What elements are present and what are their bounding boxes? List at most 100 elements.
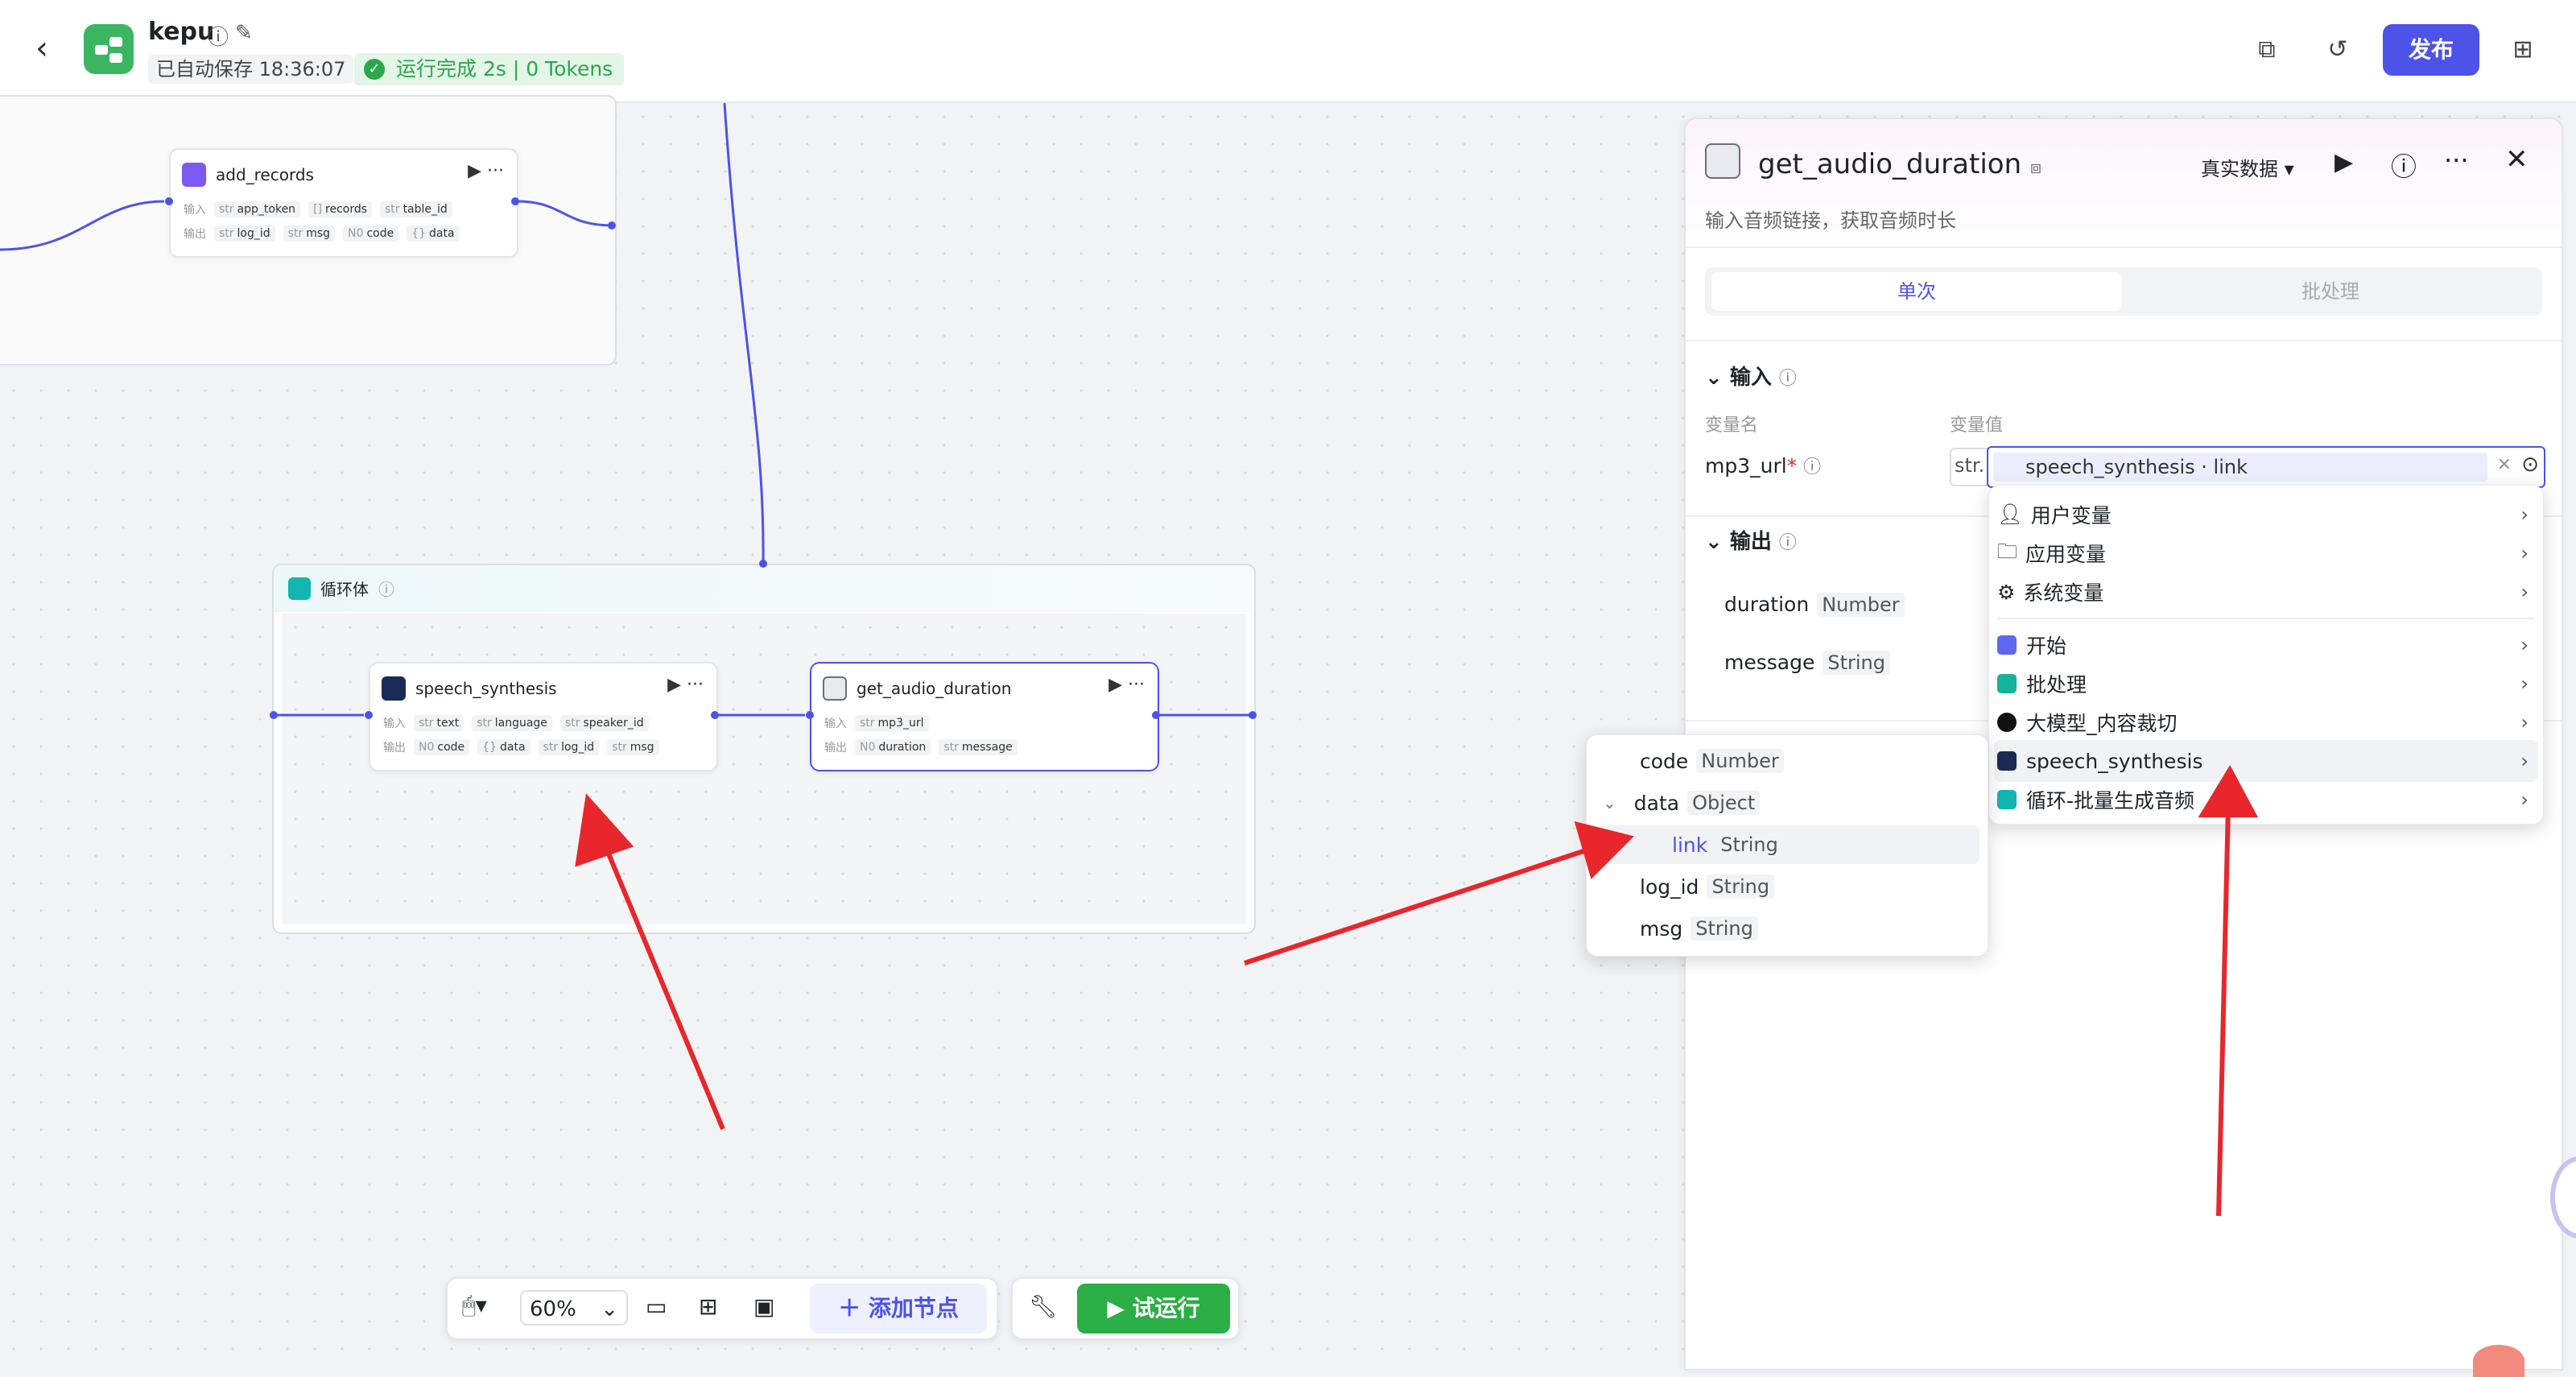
chevron-right-icon: › bbox=[2520, 581, 2529, 603]
start-icon bbox=[1997, 635, 2017, 655]
param-type: str bbox=[860, 717, 875, 730]
history-icon[interactable]: ↺ bbox=[2320, 32, 2355, 68]
chevron-down-icon: ⌄ bbox=[1603, 793, 1616, 813]
layout-icon[interactable]: ⊞ bbox=[699, 1293, 717, 1320]
data-mode-select[interactable]: 真实数据 ▾ bbox=[2201, 153, 2294, 181]
run-node-icon[interactable]: ▶ bbox=[2334, 148, 2353, 176]
submenu-item-code[interactable]: code Number bbox=[1640, 742, 1784, 780]
loop-icon bbox=[1997, 790, 2017, 809]
node-actions[interactable]: ▶ ··· bbox=[667, 675, 704, 695]
copy-icon[interactable]: ⧉ bbox=[2249, 32, 2285, 68]
param-type: str bbox=[419, 717, 434, 730]
plugin-icon bbox=[823, 676, 847, 701]
menu-item-label: speech_synthesis bbox=[2026, 749, 2203, 773]
variable-ref-input[interactable]: speech_synthesis · link × ⊙ bbox=[1987, 446, 2545, 488]
node-title: speech_synthesis bbox=[415, 679, 557, 698]
clear-icon[interactable]: × bbox=[2497, 454, 2512, 474]
more-icon[interactable]: ··· bbox=[2444, 145, 2469, 176]
node-add-records[interactable]: add_records ▶ ··· 输入 str app_token [] reco… bbox=[169, 148, 518, 258]
node-title: add_records bbox=[216, 165, 314, 184]
field-type: String bbox=[1707, 875, 1775, 899]
param-type: str bbox=[543, 741, 559, 754]
node-speech-synthesis[interactable]: speech_synthesis ▶ ··· 输入 str text str lan… bbox=[369, 662, 718, 771]
node-actions[interactable]: ▶ ··· bbox=[1108, 675, 1145, 695]
add-node-button[interactable]: ＋ 添加节点 bbox=[810, 1284, 987, 1334]
param-name: table_id bbox=[402, 203, 448, 216]
run-toolbar: 🔧︎ ▶ 试运行 bbox=[1011, 1277, 1240, 1340]
menu-item-loop[interactable]: 循环-批量生成音频 bbox=[1997, 780, 2194, 819]
param-name: text bbox=[436, 717, 460, 730]
info-icon: ⓘ bbox=[1803, 457, 1822, 478]
submenu-item-data[interactable]: ⌄ data Object bbox=[1603, 784, 1761, 822]
chevron-down-icon: ⌄ bbox=[601, 1297, 618, 1321]
chevron-right-icon: › bbox=[2520, 711, 2529, 734]
minimap-icon[interactable]: ▣ bbox=[753, 1293, 774, 1320]
param-tag: N0 code bbox=[343, 225, 399, 242]
wrench-icon[interactable]: 🔧︎ bbox=[1029, 1293, 1058, 1320]
param-type: N0 bbox=[348, 227, 364, 240]
edit-icon[interactable]: ✎ bbox=[235, 21, 253, 45]
user-icon: 👤︎ bbox=[1997, 502, 2023, 526]
param-name: msg bbox=[630, 741, 654, 754]
help-icon[interactable]: ⓘ bbox=[2391, 147, 2417, 184]
variable-picker-icon[interactable]: ⊙ bbox=[2521, 453, 2539, 477]
tab-single[interactable]: 单次 bbox=[1711, 272, 2122, 311]
param-type-select[interactable]: str. bbox=[1955, 454, 1984, 477]
node-get-audio-duration[interactable]: get_audio_duration ▶ ··· 输入 str mp3_url 输… bbox=[810, 662, 1159, 771]
zoom-select[interactable]: 60% ⌄ bbox=[520, 1290, 628, 1325]
comment-icon[interactable]: ▭ bbox=[646, 1293, 667, 1320]
submenu-item-link[interactable]: link String bbox=[1672, 825, 1783, 864]
data-mode-label: 真实数据 bbox=[2201, 158, 2278, 180]
param-name: code bbox=[366, 227, 394, 240]
chevron-right-icon: › bbox=[2520, 750, 2529, 772]
param-type: N0 bbox=[860, 741, 876, 754]
close-icon[interactable]: ✕ bbox=[2505, 143, 2529, 176]
info-icon: ⓘ bbox=[1778, 533, 1797, 553]
output-section-header[interactable]: ⌄ 输出 ⓘ bbox=[1705, 525, 1797, 555]
menu-item-system-vars[interactable]: ⚙ 系统变量 bbox=[1997, 573, 2103, 611]
menu-item-app-vars[interactable]: 🗀 应用变量 bbox=[1997, 534, 2106, 573]
param-name: language bbox=[494, 717, 547, 730]
chevron-right-icon: › bbox=[2520, 788, 2529, 811]
publish-button[interactable]: 发布 bbox=[2383, 24, 2479, 76]
panel-title: get_audio_duration ⧈ bbox=[1758, 148, 2041, 180]
info-icon[interactable]: ⓘ bbox=[208, 21, 229, 51]
menu-item-llm[interactable]: 大模型_内容裁切 bbox=[1997, 703, 2178, 742]
avatar[interactable] bbox=[2473, 1345, 2524, 1377]
info-icon: ⓘ bbox=[378, 580, 394, 599]
param-tag: str app_token bbox=[214, 201, 301, 217]
app-logo bbox=[84, 24, 134, 74]
param-tag: str speaker_id bbox=[559, 715, 649, 731]
tab-batch[interactable]: 批处理 bbox=[2125, 272, 2536, 311]
node-actions[interactable]: ▶ ··· bbox=[468, 161, 504, 181]
divider bbox=[1997, 618, 2535, 619]
submenu-item-msg[interactable]: msg String bbox=[1640, 909, 1758, 948]
input-section-header[interactable]: ⌄ 输入 ⓘ bbox=[1705, 361, 1797, 391]
node-header: get_audio_duration bbox=[823, 675, 1011, 702]
field-name: link bbox=[1672, 833, 1708, 857]
back-icon[interactable]: ‹ bbox=[35, 32, 68, 64]
param-tag: N0 duration bbox=[855, 739, 931, 755]
variable-menu: 👤︎ 用户变量 › 🗀 应用变量 › ⚙ 系统变量 › 开始 › 批处理 › 大模型_… bbox=[1988, 485, 2544, 825]
run-status-badge: ✓ 运行完成 2s | 0 Tokens bbox=[354, 53, 625, 85]
menu-item-start[interactable]: 开始 bbox=[1997, 626, 2066, 664]
node-inputs: 输入 str text str language str speaker_id bbox=[383, 715, 649, 731]
mouse-icon[interactable]: 🖱︎▾ bbox=[462, 1292, 487, 1319]
menu-item-user-vars[interactable]: 👤︎ 用户变量 bbox=[1997, 495, 2112, 534]
field-name: data bbox=[1633, 791, 1680, 815]
node-outputs: 输出 N0 duration str message bbox=[824, 739, 1018, 755]
inputs-label: 输入 bbox=[824, 717, 847, 730]
more-window-icon[interactable]: ⊞ bbox=[2505, 32, 2541, 68]
submenu-item-log-id[interactable]: log_id String bbox=[1640, 867, 1775, 906]
param-name: speaker_id bbox=[583, 717, 644, 730]
column-value-label: 变量值 bbox=[1950, 416, 2004, 436]
try-run-button[interactable]: ▶ 试运行 bbox=[1077, 1284, 1230, 1334]
menu-item-label: 开始 bbox=[2026, 635, 2067, 658]
param-name: mp3_url bbox=[877, 717, 924, 730]
menu-item-batch[interactable]: 批处理 bbox=[1997, 664, 2087, 703]
add-node-label: 添加节点 bbox=[868, 1295, 959, 1321]
folder-icon: 🗀 bbox=[1997, 539, 2018, 563]
menu-item-speech-synthesis[interactable]: speech_synthesis bbox=[1997, 742, 2202, 780]
output-name: message bbox=[1724, 651, 1815, 674]
panel-title-text: get_audio_duration bbox=[1758, 148, 2022, 180]
